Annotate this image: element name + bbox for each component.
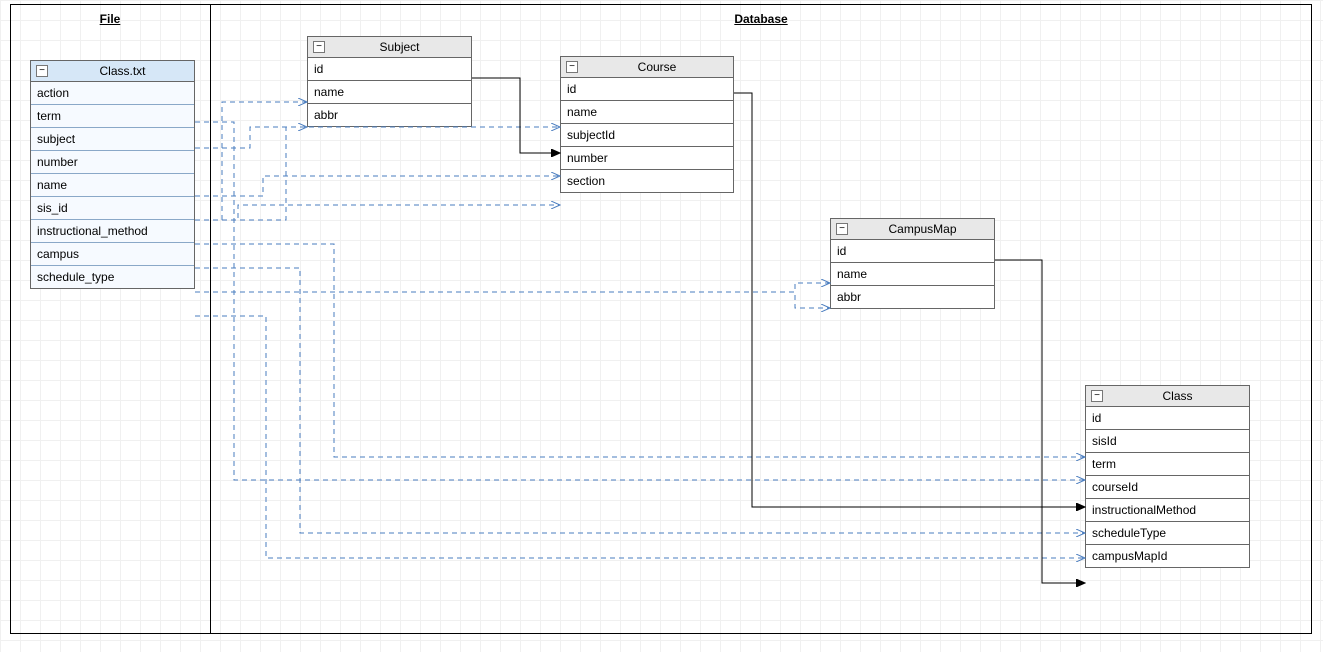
entity-title: Course: [586, 60, 728, 74]
field-row[interactable]: name: [31, 174, 194, 197]
field-row[interactable]: courseId: [1086, 476, 1249, 499]
entity-header[interactable]: − Class.txt: [31, 61, 194, 82]
entity-title: Class: [1111, 389, 1244, 403]
field-row[interactable]: name: [561, 101, 733, 124]
field-row[interactable]: number: [31, 151, 194, 174]
collapse-icon[interactable]: −: [836, 223, 848, 235]
field-row[interactable]: number: [561, 147, 733, 170]
field-row[interactable]: campusMapId: [1086, 545, 1249, 567]
field-row[interactable]: campus: [31, 243, 194, 266]
field-row[interactable]: term: [31, 105, 194, 128]
entity-header[interactable]: − Class: [1086, 386, 1249, 407]
field-row[interactable]: term: [1086, 453, 1249, 476]
field-row[interactable]: id: [1086, 407, 1249, 430]
entity-title: Class.txt: [56, 64, 189, 78]
entity-header[interactable]: − Subject: [308, 37, 471, 58]
field-row[interactable]: id: [308, 58, 471, 81]
entity-campusmap[interactable]: − CampusMap id name abbr: [830, 218, 995, 309]
entity-header[interactable]: − CampusMap: [831, 219, 994, 240]
field-row[interactable]: subjectId: [561, 124, 733, 147]
diagram-canvas[interactable]: File Database − Class.txt action term su…: [0, 0, 1323, 652]
collapse-icon[interactable]: −: [1091, 390, 1103, 402]
field-row[interactable]: section: [561, 170, 733, 192]
section-label-database: Database: [210, 12, 1312, 26]
field-row[interactable]: name: [308, 81, 471, 104]
entity-classtxt[interactable]: − Class.txt action term subject number n…: [30, 60, 195, 289]
field-row[interactable]: sis_id: [31, 197, 194, 220]
field-row[interactable]: instructionalMethod: [1086, 499, 1249, 522]
entity-title: CampusMap: [856, 222, 989, 236]
entity-subject[interactable]: − Subject id name abbr: [307, 36, 472, 127]
collapse-icon[interactable]: −: [36, 65, 48, 77]
field-row[interactable]: sisId: [1086, 430, 1249, 453]
field-row[interactable]: schedule_type: [31, 266, 194, 288]
section-label-file: File: [10, 12, 210, 26]
field-row[interactable]: name: [831, 263, 994, 286]
field-row[interactable]: id: [561, 78, 733, 101]
entity-header[interactable]: − Course: [561, 57, 733, 78]
field-row[interactable]: id: [831, 240, 994, 263]
field-row[interactable]: action: [31, 82, 194, 105]
entity-class[interactable]: − Class id sisId term courseId instructi…: [1085, 385, 1250, 568]
collapse-icon[interactable]: −: [313, 41, 325, 53]
field-row[interactable]: scheduleType: [1086, 522, 1249, 545]
field-row[interactable]: subject: [31, 128, 194, 151]
field-row[interactable]: abbr: [308, 104, 471, 126]
entity-title: Subject: [333, 40, 466, 54]
section-divider: [210, 4, 211, 634]
collapse-icon[interactable]: −: [566, 61, 578, 73]
field-row[interactable]: instructional_method: [31, 220, 194, 243]
entity-course[interactable]: − Course id name subjectId number sectio…: [560, 56, 734, 193]
field-row[interactable]: abbr: [831, 286, 994, 308]
